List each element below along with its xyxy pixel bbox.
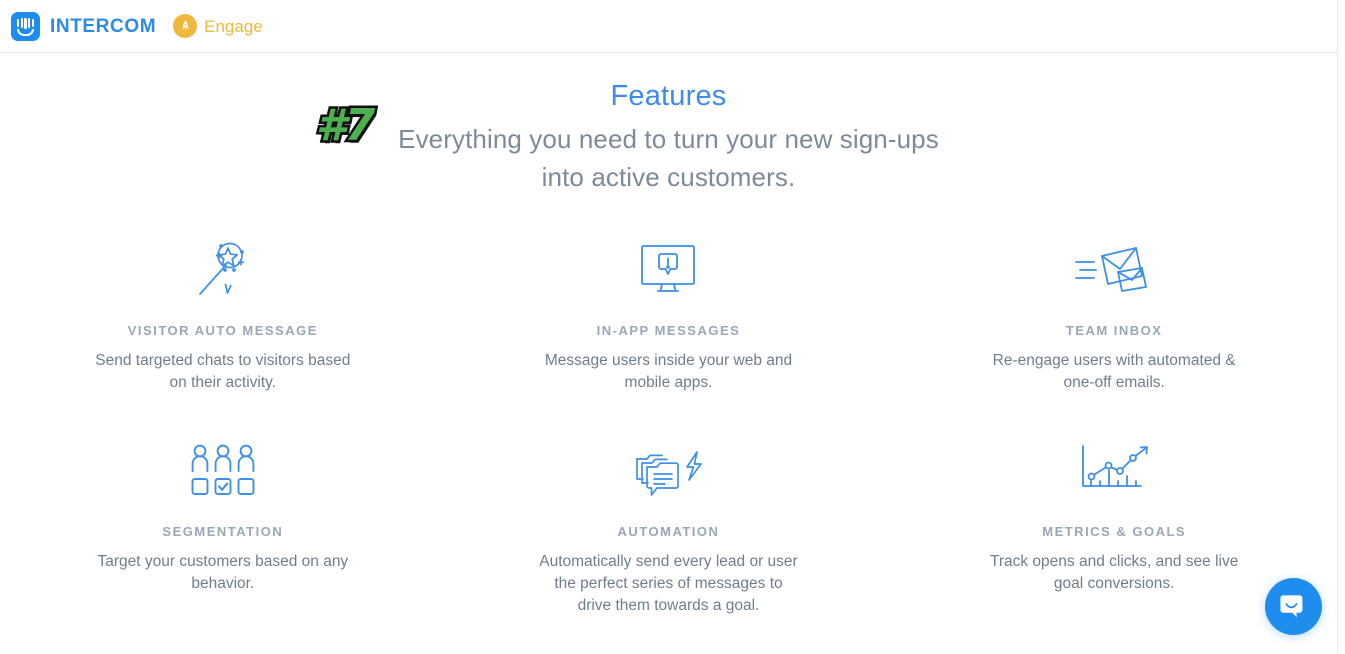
logo-smile: [17, 28, 34, 36]
feature-description: Target your customers based on any behav…: [73, 551, 373, 595]
features-grid: VISITOR AUTO MESSAGE Send targeted chats…: [0, 236, 1337, 617]
vertical-scrollbar[interactable]: [1337, 0, 1345, 654]
feature-title: IN-APP MESSAGES: [596, 323, 741, 338]
intercom-messenger-launcher[interactable]: [1265, 578, 1322, 635]
feature-desc-line-3: drive them towards a goal.: [577, 597, 760, 614]
magic-wand-speech-bubble-icon: [18, 236, 428, 306]
feature-desc-line-2: the perfect series of messages to: [554, 575, 783, 592]
feature-description: Send targeted chats to visitors based on…: [73, 350, 373, 394]
feature-desc-line-1: Send targeted chats to visitors based: [95, 352, 351, 369]
line-chart-arrow-icon: [909, 437, 1319, 507]
feature-desc-line-2: mobile apps.: [624, 374, 713, 391]
feature-desc-line-1: Target your customers based on any: [97, 553, 349, 570]
feature-card-team-inbox: TEAM INBOX Re-engage users with automate…: [891, 236, 1337, 394]
feature-description: Message users inside your web and mobile…: [518, 350, 818, 394]
feature-title: SEGMENTATION: [162, 524, 284, 539]
feature-desc-line-2: goal conversions.: [1053, 575, 1175, 592]
brand-name: INTERCOM: [50, 15, 157, 37]
feature-desc-line-1: Track opens and clicks, and see live: [989, 553, 1239, 570]
feature-description: Re-engage users with automated & one-off…: [964, 350, 1264, 394]
intercom-messenger-icon: [1280, 595, 1303, 618]
feature-card-in-app-messages: IN-APP MESSAGES Message users inside you…: [446, 236, 892, 394]
feature-card-automation: AUTOMATION Automatically send every lead…: [446, 437, 892, 617]
page-root: INTERCOM Engage Features Everything you …: [0, 0, 1345, 654]
feature-desc-line-2: one-off emails.: [1063, 374, 1165, 391]
desktop-monitor-alert-icon: [464, 236, 874, 306]
feature-desc-line-1: Automatically send every lead or user: [539, 553, 798, 570]
feature-title: TEAM INBOX: [1065, 323, 1163, 338]
feature-desc-line-2: on their activity.: [169, 374, 277, 391]
product-label: Engage: [204, 16, 263, 36]
hero-subtitle: Everything you need to turn your new sig…: [0, 120, 1337, 196]
intercom-logo-icon: [11, 11, 40, 41]
logo-bars: [17, 17, 34, 29]
hero-subtitle-line-1: Everything you need to turn your new sig…: [398, 123, 939, 154]
stacked-messages-lightning-icon: [464, 437, 874, 507]
feature-title: METRICS & GOALS: [1042, 524, 1187, 539]
brand-logo-group[interactable]: INTERCOM Engage: [11, 11, 263, 41]
feature-desc-line-1: Message users inside your web and: [544, 352, 793, 369]
product-badge-engage[interactable]: Engage: [173, 14, 263, 38]
feature-description: Automatically send every lead or user th…: [518, 551, 818, 617]
feature-card-visitor-auto-message: VISITOR AUTO MESSAGE Send targeted chats…: [0, 236, 446, 394]
page-title: Features: [610, 80, 727, 112]
feature-title: VISITOR AUTO MESSAGE: [127, 323, 318, 338]
feature-description: Track opens and clicks, and see live goa…: [964, 551, 1264, 595]
rocket-icon: [173, 14, 198, 38]
site-header: INTERCOM Engage: [0, 0, 1337, 53]
hero-subtitle-line-2: into active customers.: [541, 161, 796, 192]
feature-card-segmentation: SEGMENTATION Target your customers based…: [0, 437, 446, 617]
flying-envelopes-icon: [909, 236, 1319, 306]
people-checkboxes-icon: [18, 437, 428, 507]
hero-section: Features Everything you need to turn you…: [0, 53, 1337, 196]
feature-desc-line-1: Re-engage users with automated &: [992, 352, 1236, 369]
feature-title: AUTOMATION: [617, 524, 720, 539]
annotation-badge-number: #7: [313, 100, 377, 151]
feature-desc-line-2: behavior.: [191, 575, 255, 592]
